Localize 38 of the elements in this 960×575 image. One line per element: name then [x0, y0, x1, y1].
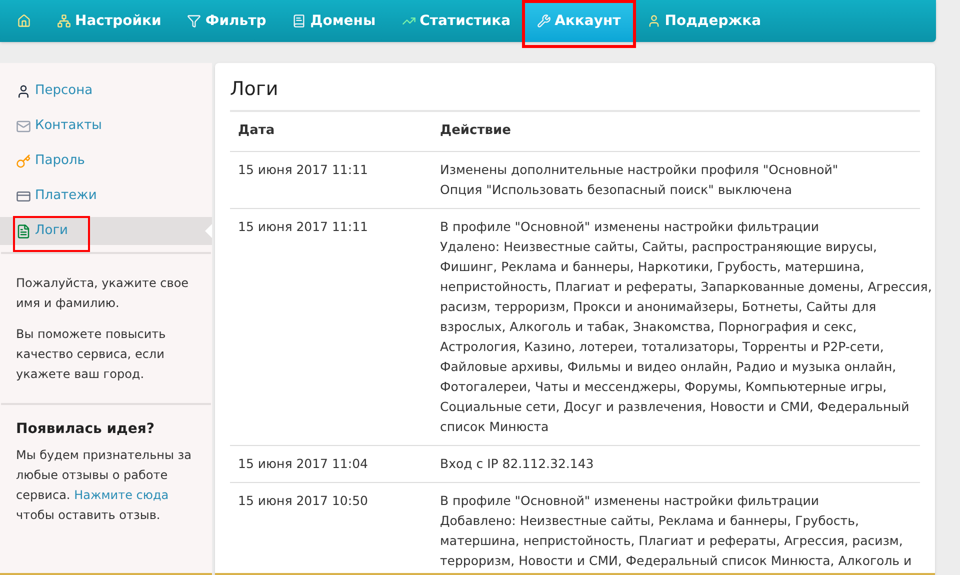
hint-text: Вы поможете повысить качество сервиса, если укажете ваш город. — [16, 326, 167, 383]
sidebar-item[interactable]: Логи — [0, 217, 212, 245]
panel-title: Логи — [230, 63, 920, 112]
nav-tab[interactable]: Статистика — [388, 0, 524, 42]
date-cell-text: 15 июня 2017 11:11 — [237, 218, 369, 236]
person-icon — [646, 14, 661, 28]
key-icon — [16, 154, 31, 168]
column-header: Действие — [440, 122, 511, 140]
sidebar-item[interactable]: Платежи — [0, 182, 212, 210]
card-icon — [16, 188, 31, 204]
date-cell-text: 15 июня 2017 11:11 — [237, 160, 369, 178]
hint-text: Пожалуйста, укажите свое имя и фамилию. — [16, 275, 190, 312]
nav-tab[interactable]: Поддержка — [634, 0, 774, 42]
home-icon — [17, 14, 31, 28]
nav-tab[interactable]: Аккаунт — [524, 0, 634, 42]
date-cell-text: 15 июня 2017 11:04 — [237, 454, 369, 472]
column-header: Дата — [237, 122, 276, 140]
feedback-link[interactable]: Нажмите сюда — [74, 488, 169, 502]
document-icon — [16, 224, 31, 238]
envelope-icon — [16, 118, 31, 134]
sidebar-item[interactable]: Персона — [0, 77, 212, 105]
action-cell-text: В профиле "Основной" изменены настройки фильтрации Удалено: Неизвестные сайты, Сайты, распространяющие вирусы, Фишинг, Реклама и баннеры, Наркотики, Грубость, матершина, непристойность, Плагиат и рефераты, Запаркованные домены, Агрессия, расизм, терроризм, Прокси и анонимайзеры, Ботнеты, Сайты для взрослых, Алкоголь и табак, Знакомства, Порнография и секс, Астрология, Казино, лотереи, тотализаторы, Торренты и P2P-сети, Файловые архивы, Фильмы и видео онлайн, Радио и музыка онлайн, Фотогалереи, Чаты и мессенджеры, Форумы, Компьютерные игры, Социальные сети, Досуг и развлечения, Новости и СМИ, Федеральный список Минюста — [440, 218, 932, 436]
nav-tab[interactable]: Фильтр — [174, 0, 280, 42]
date-cell-text: 15 июня 2017 10:50 — [237, 492, 369, 510]
network-icon — [57, 14, 71, 28]
person-icon — [16, 84, 31, 98]
wrench-icon — [536, 14, 551, 28]
sidebar-item[interactable]: Контакты — [0, 112, 212, 140]
action-cell-text: Изменены дополнительные настройки профиля "Основной" Опция "Использовать безопасный поиск" выключена — [440, 160, 838, 198]
notebook-icon — [292, 14, 306, 28]
nav-tab[interactable]: Домены — [279, 0, 389, 42]
filter-icon — [187, 14, 202, 28]
nav-tab[interactable]: Настройки — [44, 0, 174, 42]
action-cell-text: Вход с IP 82.112.32.143 — [440, 454, 594, 472]
action-cell-text: В профиле "Основной" изменены настройки фильтрации Добавлено: Неизвестные сайты, Реклама и баннеры, Грубость, матершина, непристойность, Плагиат и рефераты, Агрессия, расизм, терроризм, Новости и СМИ, Федеральный список Минюста, Алкоголь и — [440, 492, 912, 570]
feedback-text: Мы будем признательны за любые отзывы о работе сервиса. Нажмите сюда чтобы оставить отзыв. — [16, 447, 193, 524]
idea-title: Появилась идея? — [16, 420, 156, 439]
sidebar-item[interactable]: Пароль — [0, 147, 212, 175]
